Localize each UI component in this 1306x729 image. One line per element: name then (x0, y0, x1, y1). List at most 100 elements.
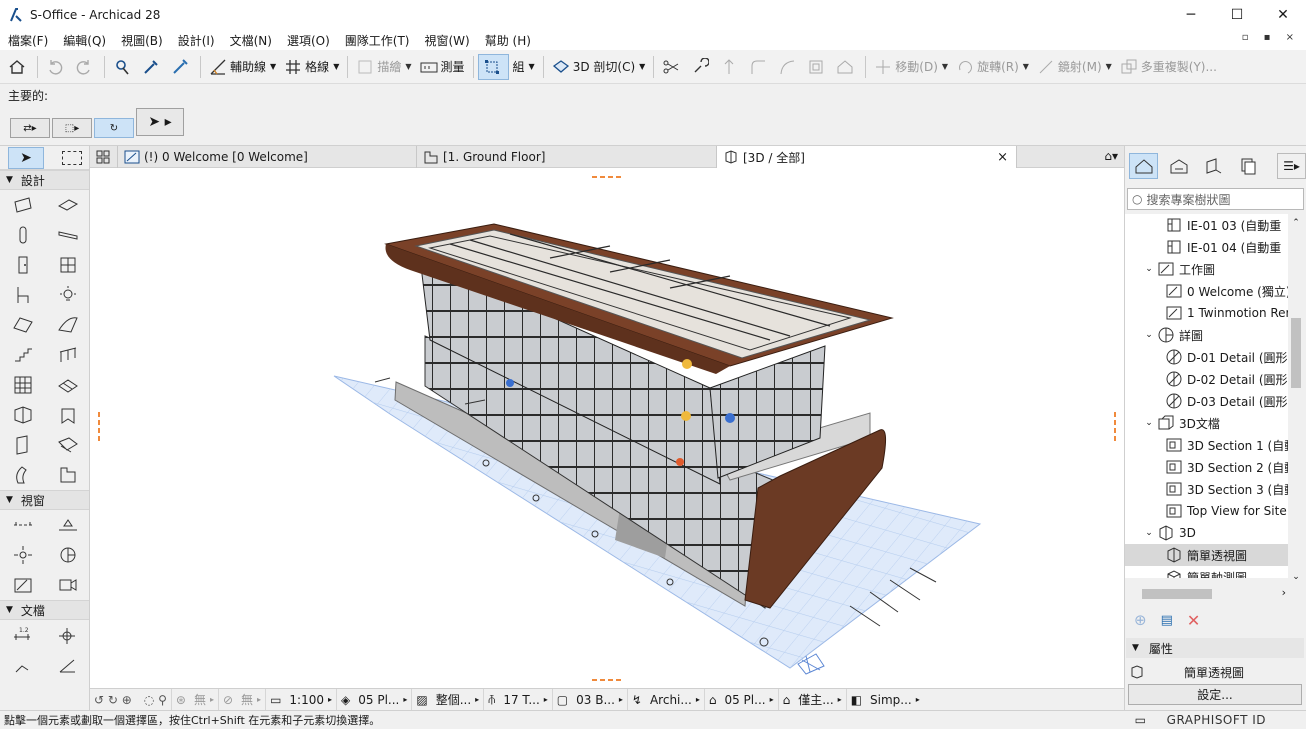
expand-chevron-icon[interactable]: ⌄ (1143, 330, 1155, 340)
tab-ground-floor[interactable]: [1. Ground Floor] (417, 146, 717, 168)
tree-item[interactable]: 簡單軸測圖 (1125, 566, 1291, 578)
tree-item[interactable]: 0 Welcome (獨立) (1125, 280, 1291, 302)
change-tool[interactable] (45, 570, 90, 600)
elevation-tool[interactable] (45, 510, 90, 540)
morph-tool[interactable] (0, 400, 45, 430)
tree-item[interactable]: ⌄ 3D (1125, 522, 1291, 544)
beam-curved-tool[interactable] (0, 460, 45, 490)
mirror-button[interactable]: 鏡射(M) ▼ (1033, 54, 1116, 80)
roof-button[interactable] (832, 54, 861, 80)
group-button[interactable]: 組 ▼ (509, 54, 539, 80)
split-button[interactable] (658, 54, 687, 80)
syringe-button[interactable] (167, 54, 196, 80)
adjust-button[interactable] (687, 54, 716, 80)
opening-tool[interactable] (0, 430, 45, 460)
tree-item[interactable]: 1 Twinmotion Rer (1125, 302, 1291, 324)
tree-item[interactable]: Top View for Site (1125, 500, 1291, 522)
graphic-override-selector[interactable]: ▢ 03 B... ▸ (553, 688, 628, 711)
rotate-button[interactable]: 旋轉(R) ▼ (952, 54, 1033, 80)
model-view-selector[interactable]: ⫚ 17 T... ▸ (484, 688, 553, 711)
tree-item[interactable]: D-02 Detail (圓形) (1125, 368, 1291, 390)
project-map-button[interactable] (1129, 153, 1159, 179)
shell-tool[interactable] (45, 310, 90, 340)
menu-options[interactable]: 選項(O) (279, 32, 337, 49)
find-select-button[interactable] (109, 54, 138, 80)
design-section-header[interactable]: ▼ 設計 (0, 170, 89, 190)
scrollbar-thumb[interactable] (1291, 318, 1301, 388)
tree-item[interactable]: ⌄ 詳圖 (1125, 324, 1291, 346)
radial-dimension-tool[interactable] (0, 650, 45, 680)
section-tool[interactable] (0, 510, 45, 540)
layout-book-button[interactable] (1199, 153, 1228, 179)
tree-item[interactable]: D-03 Detail (圓形) (1125, 390, 1291, 412)
new-view-button[interactable]: ⊕ (1134, 611, 1147, 629)
stair-tool[interactable] (0, 340, 45, 370)
scrollbar-thumb[interactable] (1142, 589, 1212, 599)
arrow-tool[interactable]: ➤ (8, 146, 44, 169)
layout-icon[interactable]: ▭ (1135, 713, 1146, 727)
menu-teamwork[interactable]: 團隊工作(T) (337, 32, 417, 49)
3d-viewport[interactable] (90, 168, 1124, 688)
menu-help[interactable]: 幫助 (H) (477, 32, 538, 49)
viewpoint-section-header[interactable]: ▼ 視窗 (0, 490, 89, 510)
menu-file[interactable]: 檔案(F) (0, 32, 55, 49)
tree-item[interactable]: 3D Section 2 (自動 (1125, 456, 1291, 478)
pen-set-selector[interactable]: ▨ 整個... ▸ (412, 688, 485, 711)
menu-window[interactable]: 視窗(W) (416, 32, 476, 49)
tab-options-button[interactable]: ⌂▾ (1104, 149, 1118, 163)
tab-welcome[interactable]: (!) 0 Welcome [0 Welcome] (118, 146, 417, 168)
minimize-button[interactable]: ─ (1168, 0, 1214, 30)
tree-horizontal-scrollbar[interactable]: › (1126, 586, 1288, 602)
expand-chevron-icon[interactable]: ⌄ (1143, 528, 1155, 538)
curve-button[interactable] (774, 54, 803, 80)
navigator-menu-button[interactable]: ☰▸ (1276, 153, 1306, 179)
tree-item[interactable]: IE-01 04 (自動重 (1125, 236, 1291, 258)
pointer-mode-button[interactable]: ➤ ▸ (136, 108, 184, 136)
navigation-controls[interactable]: ↺ ↻ ⊕ ◌ ⚲ (90, 688, 172, 711)
lamp-tool[interactable] (45, 280, 90, 310)
detail-tool[interactable] (45, 540, 90, 570)
3d-cutaway-button[interactable]: 3D 剖切(C) ▼ (548, 54, 650, 80)
dimension-selector[interactable]: ⌂ 05 Pl... ▸ (705, 688, 779, 711)
room-tool[interactable] (45, 460, 90, 490)
skylight-tool[interactable] (45, 400, 90, 430)
dimension-tool[interactable]: 1.2 (0, 620, 45, 650)
angle-dimension-tool[interactable] (45, 650, 90, 680)
window-tool[interactable] (45, 250, 90, 280)
renovation-filter-selector[interactable]: ↯ Archi... ▸ (628, 688, 705, 711)
menu-edit[interactable]: 編輯(Q) (55, 32, 113, 49)
expand-chevron-icon[interactable]: ⌄ (1143, 264, 1155, 274)
home-button[interactable] (4, 54, 33, 80)
offset-button[interactable] (803, 54, 832, 80)
tree-item[interactable]: 簡單透視圖 (1125, 544, 1291, 566)
fillet-button[interactable] (745, 54, 774, 80)
elevate-button[interactable] (716, 54, 745, 80)
tab-close-button[interactable]: × (997, 150, 1008, 165)
undo-button[interactable] (42, 54, 71, 80)
layer-combination-selector[interactable]: ◈ 05 Pl... ▸ (337, 688, 413, 711)
mvo-selector[interactable]: ◧ Simp... ▸ (847, 689, 924, 711)
worksheet-tool[interactable] (0, 570, 45, 600)
camera-tool[interactable] (0, 540, 45, 570)
maximize-button[interactable]: ☐ (1214, 0, 1260, 30)
suspend-groups-button[interactable] (477, 53, 509, 80)
expand-chevron-icon[interactable]: ⌄ (1143, 418, 1155, 428)
column-tool[interactable] (0, 220, 45, 250)
trace-button[interactable]: 描繪 ▼ (352, 54, 415, 80)
close-window-button[interactable]: ✕ (1260, 0, 1306, 30)
roof-tool[interactable] (0, 310, 45, 340)
tree-item[interactable]: D-01 Detail (圓形) (1125, 346, 1291, 368)
settings-button[interactable]: 設定... (1128, 684, 1302, 705)
object-tool[interactable] (0, 280, 45, 310)
menu-document[interactable]: 文檔(N) (222, 32, 279, 49)
view-map-button[interactable] (1164, 153, 1193, 179)
grid-button[interactable]: 格線 ▼ (280, 54, 343, 80)
selection-method-button[interactable]: ⬚▸ (52, 118, 92, 138)
tree-item[interactable]: 3D Section 3 (自動 (1125, 478, 1291, 500)
tree-vertical-scrollbar[interactable]: ⌃ ⌄ (1288, 214, 1304, 586)
zone-tool[interactable] (45, 430, 90, 460)
tree-item[interactable]: ⌄ 工作圖 (1125, 258, 1291, 280)
delete-view-button[interactable]: ✕ (1187, 611, 1200, 630)
graphisoft-id-button[interactable]: GRAPHISOFT ID (1167, 713, 1266, 727)
partial-structure-selector[interactable]: ⌂ 僅主... ▸ (779, 688, 847, 711)
